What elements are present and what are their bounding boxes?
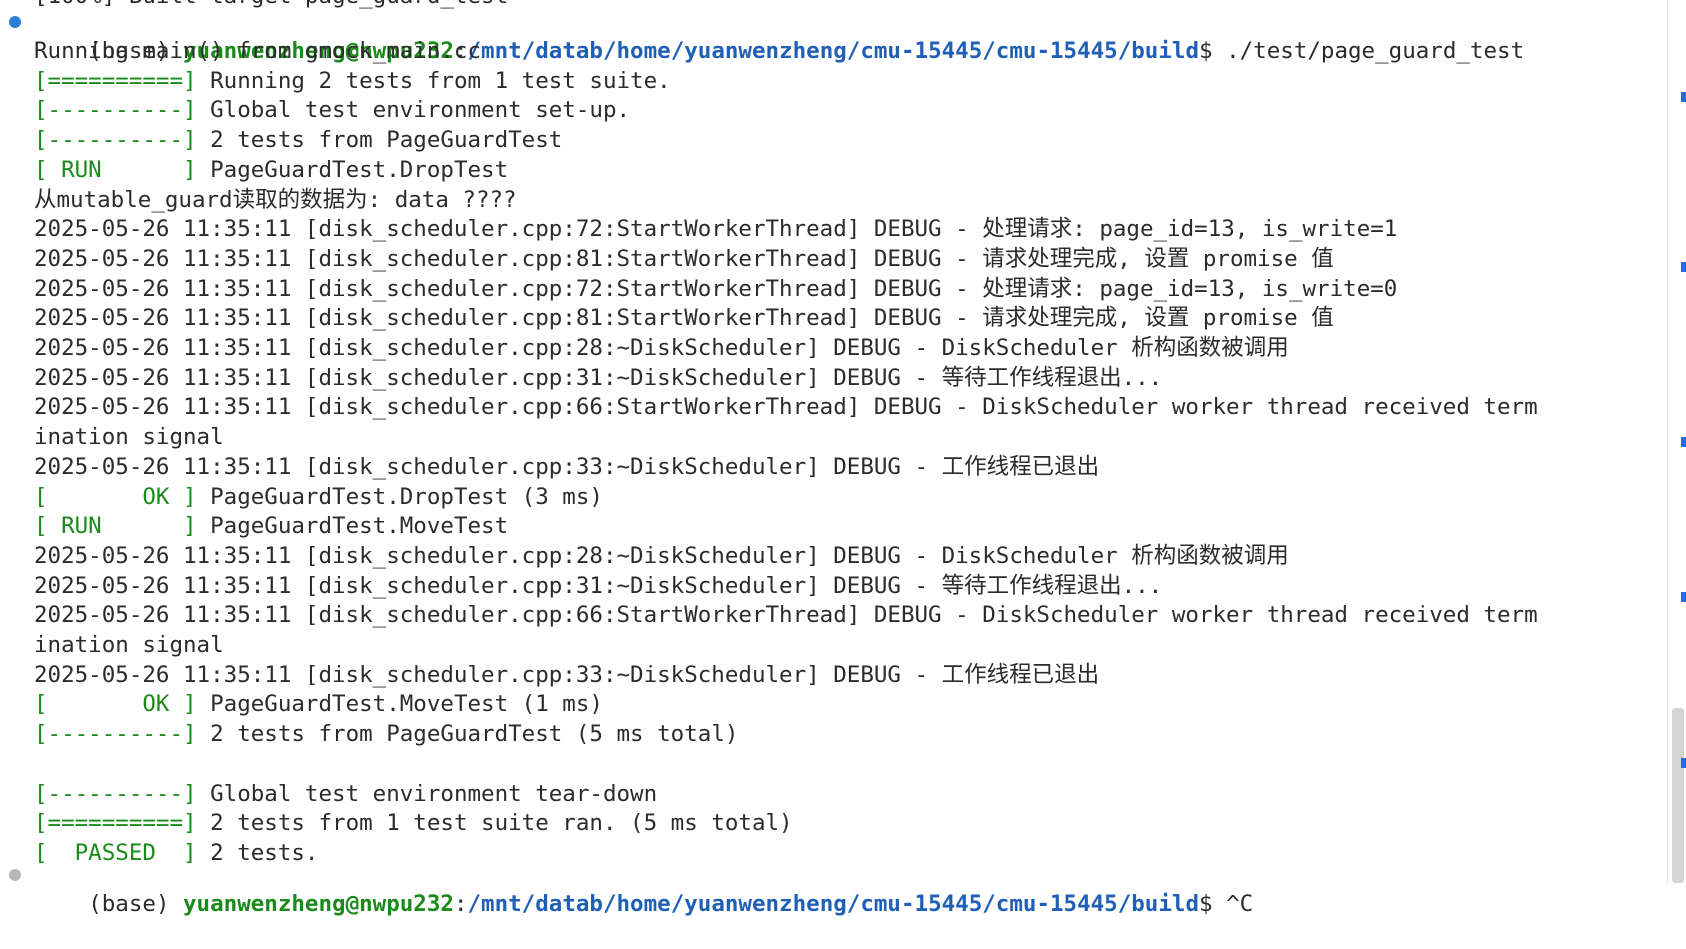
terminal-line: 2025-05-26 11:35:11 [disk_scheduler.cpp:… [34, 393, 1538, 423]
line-text: ination signal [34, 424, 224, 451]
prompt-path-bottom: /mnt/datab/home/yuanwenzheng/cmu-15445/c… [467, 890, 1200, 917]
line-text: Running main() from gmock_main.cc [34, 38, 482, 64]
terminal-line: 2025-05-26 11:35:11 [disk_scheduler.cpp:… [34, 661, 1099, 691]
terminal-line: [==========] 2 tests from 1 test suite r… [34, 809, 793, 839]
line-text: 2025-05-26 11:35:11 [disk_scheduler.cpp:… [34, 335, 1289, 361]
prompt-env-bottom: (base) [88, 890, 184, 917]
line-text: 2025-05-26 11:35:11 [disk_scheduler.cpp:… [34, 275, 1398, 302]
prompt-dollar-bottom: $ [1199, 890, 1227, 917]
terminal-line: ination signal [34, 423, 224, 453]
line-text: 2025-05-26 11:35:11 [disk_scheduler.cpp:… [34, 661, 1100, 688]
terminal-line: 2025-05-26 11:35:11 [disk_scheduler.cpp:… [34, 275, 1397, 305]
terminal-line: Running main() from gmock_main.cc [34, 37, 481, 67]
scroll-marker [1681, 92, 1686, 102]
test-status-tag: [----------] [34, 721, 197, 748]
scroll-marker [1681, 262, 1686, 272]
line-text: Global test environment set-up. [196, 97, 631, 124]
prompt-command: ./test/page_guard_test [1226, 37, 1525, 64]
terminal-line: 从mutable_guard读取的数据为: data ???? [34, 186, 517, 216]
line-text: PageGuardTest.DropTest [196, 156, 509, 183]
test-status-tag: [ OK ] [34, 691, 197, 718]
line-text: Running 2 tests from 1 test suite. [196, 67, 671, 94]
line-text: 2025-05-26 11:35:11 [disk_scheduler.cpp:… [34, 364, 1163, 391]
line-text: 2 tests from PageGuardTest [196, 127, 563, 154]
prompt-path: /mnt/datab/home/yuanwenzheng/cmu-15445/c… [467, 37, 1200, 64]
terminal-line: ination signal [34, 631, 224, 661]
test-status-tag: [ RUN ] [34, 513, 197, 540]
scroll-marker [1681, 758, 1686, 768]
line-text: Global test environment tear-down [196, 780, 658, 807]
terminal-line: 2025-05-26 11:35:11 [disk_scheduler.cpp:… [34, 334, 1289, 364]
test-status-tag: [----------] [34, 780, 197, 807]
line-text: PageGuardTest.MoveTest [196, 513, 509, 540]
terminal-line: 2025-05-26 11:35:11 [disk_scheduler.cpp:… [34, 245, 1334, 275]
line-text: 2025-05-26 11:35:11 [disk_scheduler.cpp:… [34, 394, 1538, 421]
line-text: PageGuardTest.MoveTest (1 ms) [196, 691, 603, 718]
terminal-line: 2025-05-26 11:35:11 [disk_scheduler.cpp:… [34, 304, 1334, 334]
prompt-dollar: $ [1199, 37, 1227, 64]
command-status-dot-icon [9, 16, 21, 28]
line-text: 2025-05-26 11:35:11 [disk_scheduler.cpp:… [34, 542, 1289, 569]
terminal-line: 2025-05-26 11:35:11 [disk_scheduler.cpp:… [34, 601, 1538, 631]
terminal-line: [ OK ] PageGuardTest.DropTest (3 ms) [34, 483, 603, 513]
terminal-line: [==========] Running 2 tests from 1 test… [34, 67, 671, 97]
test-status-tag: [ OK ] [34, 483, 197, 510]
line-text: 2025-05-26 11:35:11 [disk_scheduler.cpp:… [34, 216, 1398, 243]
prompt-sep-bottom: : [453, 890, 468, 917]
terminal-line: [----------] 2 tests from PageGuardTest [34, 126, 562, 156]
command-status-dot-icon-bottom [9, 869, 21, 881]
line-text: 2025-05-26 11:35:11 [disk_scheduler.cpp:… [34, 572, 1163, 599]
scrollbar-thumb[interactable] [1672, 708, 1684, 883]
vertical-scrollbar[interactable] [1667, 0, 1686, 883]
terminal-line: [ OK ] PageGuardTest.MoveTest (1 ms) [34, 690, 603, 720]
line-text: 2025-05-26 11:35:11 [disk_scheduler.cpp:… [34, 602, 1538, 629]
terminal-line: [----------] 2 tests from PageGuardTest … [34, 720, 738, 750]
line-text: PageGuardTest.DropTest (3 ms) [196, 483, 603, 510]
line-text: 2025-05-26 11:35:11 [disk_scheduler.cpp:… [34, 305, 1334, 332]
line-text: 2025-05-26 11:35:11 [disk_scheduler.cpp:… [34, 245, 1334, 272]
line-text: 2025-05-26 11:35:11 [disk_scheduler.cpp:… [34, 453, 1100, 480]
terminal-line: 2025-05-26 11:35:11 [disk_scheduler.cpp:… [34, 542, 1289, 572]
test-status-tag: [----------] [34, 127, 197, 154]
line-text: ination signal [34, 632, 224, 658]
test-status-tag: [==========] [34, 810, 197, 837]
terminal-line: [ RUN ] PageGuardTest.MoveTest [34, 512, 508, 542]
terminal-line: [----------] Global test environment set… [34, 96, 630, 126]
prompt-command-bottom: ^C [1226, 890, 1254, 917]
prompt-line: (base) yuanwenzheng@nwpu232:/mnt/datab/h… [34, 7, 1524, 64]
line-text: 2 tests from PageGuardTest (5 ms total) [196, 721, 739, 748]
terminal-line: 2025-05-26 11:35:11 [disk_scheduler.cpp:… [34, 572, 1162, 602]
test-status-tag: [----------] [34, 97, 197, 124]
test-status-tag: [==========] [34, 67, 197, 94]
scroll-marker [1681, 592, 1686, 602]
terminal-line: 2025-05-26 11:35:11 [disk_scheduler.cpp:… [34, 364, 1162, 394]
scroll-marker [1681, 437, 1686, 447]
test-status-tag: [ RUN ] [34, 156, 197, 183]
terminal-line: [ RUN ] PageGuardTest.DropTest [34, 156, 508, 186]
line-text: 从mutable_guard读取的数据为: data ???? [34, 186, 517, 213]
terminal-line: 2025-05-26 11:35:11 [disk_scheduler.cpp:… [34, 453, 1099, 483]
line-text: 2 tests from 1 test suite ran. (5 ms tot… [196, 810, 793, 837]
terminal-line: 2025-05-26 11:35:11 [disk_scheduler.cpp:… [34, 215, 1397, 245]
terminal-output[interactable]: [100%] Built target page_guard_test (bas… [0, 0, 1668, 917]
prompt-user-bottom: yuanwenzheng@nwpu232 [183, 890, 454, 917]
prompt-line-bottom: (base) yuanwenzheng@nwpu232:/mnt/datab/h… [34, 860, 1253, 917]
terminal-line: [----------] Global test environment tea… [34, 780, 657, 810]
